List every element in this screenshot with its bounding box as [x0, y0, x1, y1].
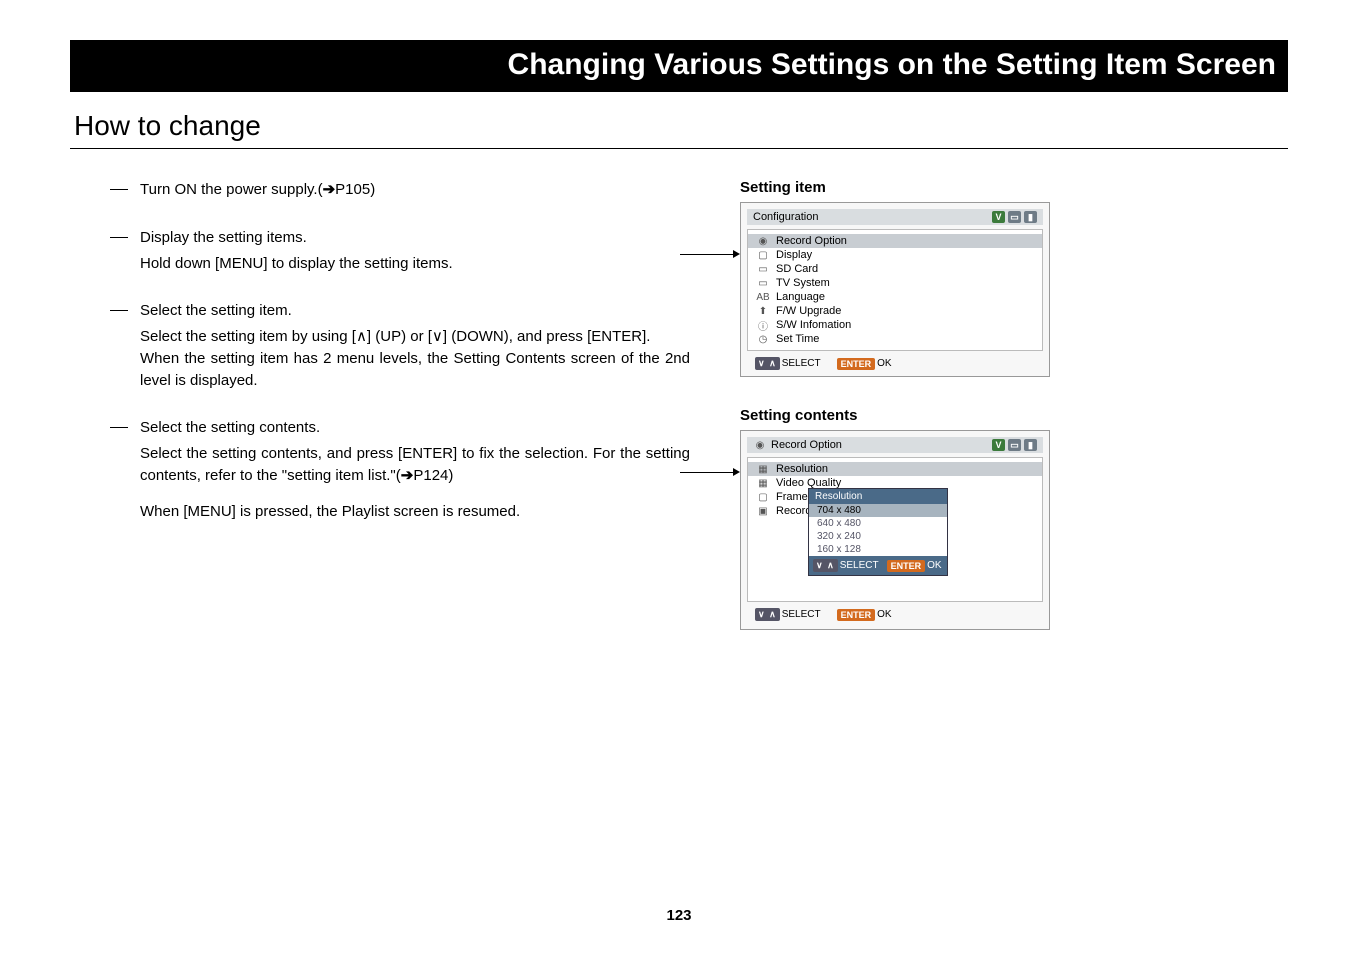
panel1-title: Configuration — [753, 211, 818, 223]
grid-icon: ▦ — [756, 463, 770, 475]
step-3-body2: When the setting item has 2 menu levels,… — [140, 348, 690, 392]
step-4: Select the setting contents. Select the … — [110, 417, 690, 522]
popup-title: Resolution — [809, 489, 947, 504]
connector-line — [680, 254, 735, 255]
instructions-column: Turn ON the power supply.(➔P105) Display… — [110, 179, 690, 660]
language-icon: AB — [756, 291, 770, 303]
resolution-popup: Resolution 704 x 480 640 x 480 320 x 240… — [808, 488, 948, 576]
record-icon: ▣ — [756, 505, 770, 517]
step-4-head: Select the setting contents. — [140, 417, 690, 439]
step-1-link: P105 — [335, 181, 370, 198]
step-4-link: P124 — [413, 467, 448, 484]
option-704x480[interactable]: 704 x 480 — [809, 504, 947, 517]
page-number: 123 — [0, 907, 1358, 924]
step-4-body2: When [MENU] is pressed, the Playlist scr… — [140, 501, 690, 523]
option-640x480[interactable]: 640 x 480 — [809, 517, 947, 530]
status-battery-icon: ▮ — [1024, 211, 1037, 223]
status-v-icon: V — [992, 439, 1005, 451]
nav-keys-icon: ∨ ∧ — [755, 608, 780, 621]
step-1-text-pre: Turn ON the power supply.( — [140, 181, 323, 198]
menu-tv-system[interactable]: ▭TV System — [748, 276, 1042, 290]
panel1-footer: ∨ ∧ SELECT ENTER OK — [747, 351, 1043, 370]
menu-display[interactable]: ▢Display — [748, 248, 1042, 262]
popup-footer: ∨ ∧ SELECT ENTER OK — [809, 556, 947, 575]
section-heading: How to change — [70, 110, 1288, 149]
panel2-label: Setting contents — [740, 407, 1090, 424]
nav-keys-icon: ∨ ∧ — [813, 559, 838, 572]
nav-keys-icon: ∨ ∧ — [755, 357, 780, 370]
step-2-body: Hold down [MENU] to display the setting … — [140, 255, 453, 272]
enter-key-icon: ENTER — [837, 358, 876, 370]
upgrade-icon: ⬆ — [756, 305, 770, 317]
status-icons: V ▭ ▮ — [992, 439, 1037, 451]
menu-fw-upgrade[interactable]: ⬆F/W Upgrade — [748, 304, 1042, 318]
connector-line — [680, 472, 735, 473]
arrow-icon: ➔ — [401, 467, 414, 484]
option-320x240[interactable]: 320 x 240 — [809, 530, 947, 543]
menu-set-time[interactable]: ◷Set Time — [748, 332, 1042, 346]
step-4-body1-post: ) — [448, 467, 453, 484]
step-2-head: Display the setting items. — [140, 227, 690, 249]
step-1-text-post: ) — [370, 181, 375, 198]
status-battery-icon: ▮ — [1024, 439, 1037, 451]
enter-key-icon: ENTER — [887, 560, 926, 572]
step-3-body1: Select the setting item by using [∧] (UP… — [140, 326, 690, 348]
frame-icon: ▢ — [756, 491, 770, 503]
step-2: Display the setting items. Hold down [ME… — [110, 227, 690, 275]
panel2-menu: ▦Resolution ▦Video Quality ▢Frame ▣Recor… — [747, 457, 1043, 602]
step-1: Turn ON the power supply.(➔P105) — [110, 179, 690, 201]
arrowhead-icon — [733, 250, 740, 258]
option-160x128[interactable]: 160 x 128 — [809, 543, 947, 556]
menu-sw-information[interactable]: ⓘS/W Infomation — [748, 318, 1042, 332]
record-icon: ◉ — [753, 439, 767, 451]
screenshots-column: Setting item Configuration V ▭ ▮ ◉Record… — [730, 179, 1090, 660]
display-icon: ▢ — [756, 249, 770, 261]
sdcard-icon: ▭ — [756, 263, 770, 275]
panel1-label: Setting item — [740, 179, 1090, 196]
menu-record-option[interactable]: ◉Record Option — [748, 234, 1042, 248]
status-sd-icon: ▭ — [1008, 439, 1021, 451]
menu-sd-card[interactable]: ▭SD Card — [748, 262, 1042, 276]
menu-language[interactable]: ABLanguage — [748, 290, 1042, 304]
panel-setting-item: Configuration V ▭ ▮ ◉Record Option ▢Disp… — [740, 202, 1050, 377]
status-icons: V ▭ ▮ — [992, 211, 1037, 223]
panel1-menu: ◉Record Option ▢Display ▭SD Card ▭TV Sys… — [747, 229, 1043, 351]
record-icon: ◉ — [756, 235, 770, 247]
info-icon: ⓘ — [756, 319, 770, 331]
step-3: Select the setting item. Select the sett… — [110, 300, 690, 391]
enter-key-icon: ENTER — [837, 609, 876, 621]
arrow-icon: ➔ — [323, 181, 336, 198]
arrowhead-icon — [733, 468, 740, 476]
menu-resolution[interactable]: ▦Resolution — [748, 462, 1042, 476]
panel-setting-contents: ◉Record Option V ▭ ▮ ▦Resolution ▦Video … — [740, 430, 1050, 630]
step-3-head: Select the setting item. — [140, 300, 690, 322]
status-sd-icon: ▭ — [1008, 211, 1021, 223]
quality-icon: ▦ — [756, 477, 770, 489]
panel2-footer: ∨ ∧ SELECT ENTER OK — [747, 602, 1043, 621]
panel2-title: Record Option — [771, 439, 842, 451]
clock-icon: ◷ — [756, 333, 770, 345]
status-v-icon: V — [992, 211, 1005, 223]
page-banner: Changing Various Settings on the Setting… — [70, 40, 1288, 92]
tv-icon: ▭ — [756, 277, 770, 289]
